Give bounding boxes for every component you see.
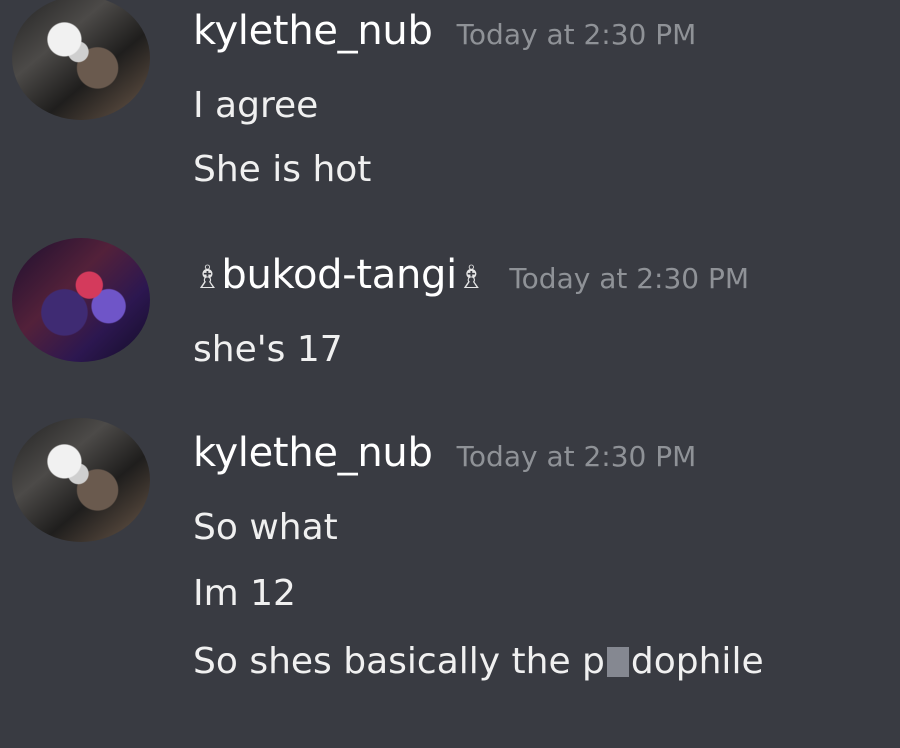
- timestamp: Today at 2:30 PM: [456, 18, 697, 51]
- username[interactable]: kylethe_nub: [193, 430, 433, 476]
- avatar[interactable]: [12, 238, 150, 362]
- message-text-part: dophile: [630, 641, 764, 682]
- avatar[interactable]: [12, 418, 150, 542]
- username[interactable]: kylethe_nub: [193, 8, 433, 54]
- message-text: she's 17: [193, 329, 343, 370]
- censor-block: [606, 647, 629, 677]
- username-decoration: ♗: [193, 258, 222, 296]
- message-text: So what: [193, 507, 338, 548]
- username-text: bukod-tangi: [221, 252, 457, 298]
- message-header: ♗bukod-tangi♗ Today at 2:30 PM: [193, 252, 749, 298]
- timestamp: Today at 2:30 PM: [509, 262, 750, 295]
- message-header: kylethe_nub Today at 2:30 PM: [193, 8, 696, 54]
- message-header: kylethe_nub Today at 2:30 PM: [193, 430, 696, 476]
- avatar[interactable]: [12, 0, 150, 120]
- message-text: So shes basically the p dophile: [193, 642, 764, 682]
- message-text: She is hot: [193, 149, 372, 190]
- username-decoration: ♗: [456, 258, 486, 296]
- message-text-part: So shes basically the p: [193, 641, 605, 682]
- message-text: Im 12: [193, 573, 296, 614]
- timestamp: Today at 2:30 PM: [456, 440, 697, 473]
- message-text: I agree: [193, 85, 319, 126]
- chat-view: kylethe_nub Today at 2:30 PM I agree She…: [0, 0, 900, 748]
- username[interactable]: ♗bukod-tangi♗: [193, 252, 486, 298]
